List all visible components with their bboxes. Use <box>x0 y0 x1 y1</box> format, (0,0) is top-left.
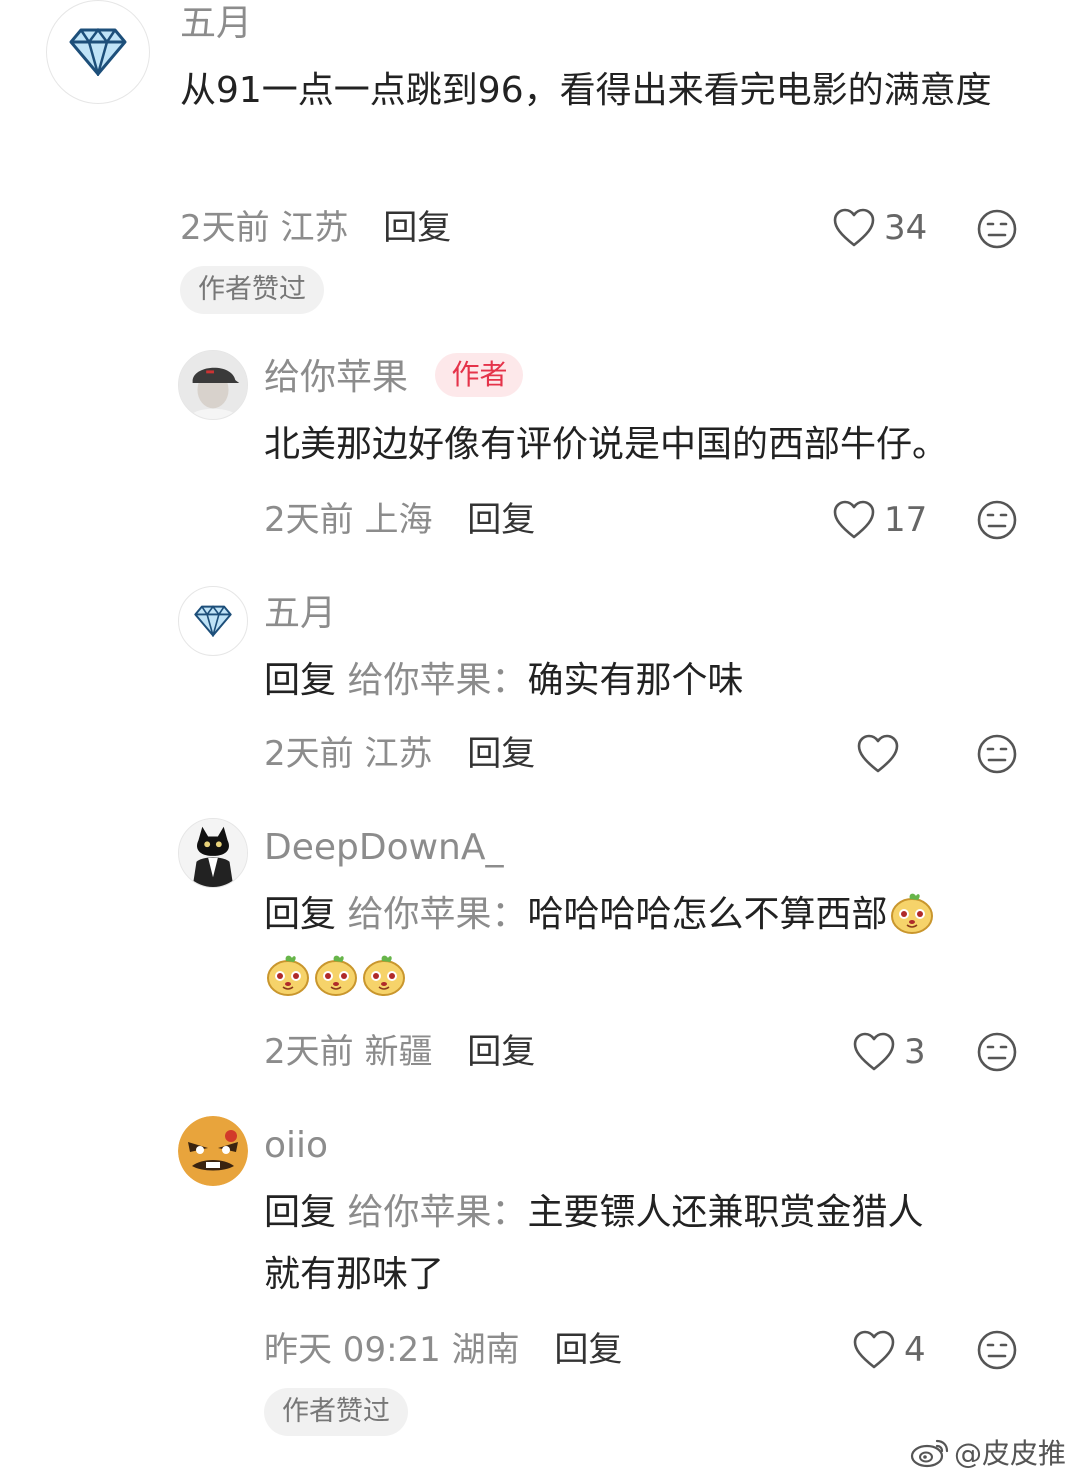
comment-text: 回复 给你苹果：主要镖人还兼职赏金猎人 就有那味了 <box>264 1182 1054 1306</box>
username[interactable]: 五月 <box>180 2 252 46</box>
reply-button[interactable]: 回复 <box>467 500 535 540</box>
neutral-face-icon[interactable] <box>976 1329 1018 1371</box>
comment-body: 主要镖人还兼职赏金猎人 <box>527 1192 924 1233</box>
comment-text: 北美那边好像有评价说是中国的西部牛仔。 <box>264 424 949 465</box>
reply-target[interactable]: 给你苹果： <box>347 1192 527 1233</box>
like-button[interactable]: 3 <box>852 1030 926 1074</box>
reply-target[interactable]: 给你苹果： <box>347 894 527 935</box>
comment-body: 哈哈哈哈怎么不算西部 <box>527 894 888 935</box>
like-button[interactable]: 4 <box>852 1328 926 1372</box>
comment-body: 确实有那个味 <box>527 660 744 701</box>
username[interactable]: DeepDownA_ <box>264 826 504 870</box>
cat-suit-avatar-icon <box>179 819 247 887</box>
heart-outline-icon <box>833 208 875 247</box>
potato-emoji-icon <box>890 893 933 934</box>
avatar[interactable] <box>178 350 248 420</box>
reply-button[interactable]: 回复 <box>467 734 535 774</box>
timestamp: 2天前 <box>264 734 354 774</box>
avatar[interactable] <box>46 0 150 104</box>
comment-meta: 2天前 江苏 回复 <box>180 206 451 250</box>
username[interactable]: oiio <box>264 1124 328 1168</box>
location: 江苏 <box>280 208 349 248</box>
person-cap-avatar-icon <box>179 351 247 419</box>
neutral-face-icon[interactable] <box>976 499 1018 541</box>
like-count: 17 <box>884 500 928 540</box>
diamond-icon <box>69 28 127 76</box>
diamond-icon <box>194 605 232 637</box>
like-button[interactable]: 17 <box>832 498 927 542</box>
potato-emoji-icon <box>315 955 357 996</box>
avatar[interactable] <box>178 1116 248 1186</box>
location: 新疆 <box>364 1032 433 1072</box>
like-count: 4 <box>904 1330 926 1370</box>
comment-text: 回复 给你苹果：哈哈哈哈怎么不算西部 <box>264 884 1054 1008</box>
weibo-logo-icon <box>910 1439 949 1468</box>
comment-meta: 2天前 新疆 回复 <box>264 1030 535 1074</box>
username-text[interactable]: 给你苹果 <box>264 357 408 398</box>
heart-outline-icon <box>853 1330 895 1369</box>
like-count: 3 <box>904 1032 926 1072</box>
angry-face-avatar-icon <box>178 1116 248 1186</box>
like-count: 34 <box>884 208 928 248</box>
potato-emoji-icon <box>363 955 405 996</box>
timestamp: 2天前 <box>264 1032 354 1072</box>
comment-meta: 2天前 上海 回复 <box>264 498 535 542</box>
location: 江苏 <box>364 734 433 774</box>
like-button[interactable] <box>856 732 908 776</box>
heart-outline-icon <box>857 734 899 773</box>
timestamp: 昨天 09:21 <box>264 1330 441 1370</box>
username: 给你苹果 作者 <box>264 353 524 401</box>
reply-button[interactable]: 回复 <box>554 1330 622 1370</box>
timestamp: 2天前 <box>264 500 354 540</box>
reply-button[interactable]: 回复 <box>383 208 451 248</box>
avatar[interactable] <box>178 818 248 888</box>
reply-prefix: 回复 <box>264 894 337 935</box>
timestamp: 2天前 <box>180 208 270 248</box>
comment-body-continued: 就有那味了 <box>264 1254 445 1295</box>
reply-prefix: 回复 <box>264 1192 337 1233</box>
reply-target[interactable]: 给你苹果： <box>347 660 527 701</box>
author-liked-chip: 作者赞过 <box>264 1388 408 1436</box>
watermark: @皮皮推 <box>910 1432 1066 1472</box>
neutral-face-icon[interactable] <box>976 1031 1018 1073</box>
comment-meta: 2天前 江苏 回复 <box>264 732 535 776</box>
location: 湖南 <box>451 1330 520 1370</box>
author-badge: 作者 <box>435 353 524 397</box>
heart-outline-icon <box>833 500 875 539</box>
comment-text: 从91一点一点跳到96，看得出来看完电影的满意度 <box>180 70 992 111</box>
neutral-face-icon[interactable] <box>976 733 1018 775</box>
avatar[interactable] <box>178 586 248 656</box>
watermark-text: @皮皮推 <box>953 1437 1066 1470</box>
reply-button[interactable]: 回复 <box>467 1032 535 1072</box>
heart-outline-icon <box>853 1032 895 1071</box>
location: 上海 <box>364 500 433 540</box>
comment-meta: 昨天 09:21 湖南 回复 <box>264 1328 622 1372</box>
username[interactable]: 五月 <box>264 592 336 636</box>
like-button[interactable]: 34 <box>832 206 927 250</box>
potato-emoji-icon <box>267 955 309 996</box>
author-liked-chip: 作者赞过 <box>180 266 324 314</box>
reply-prefix: 回复 <box>264 660 337 701</box>
comment-text: 回复 给你苹果：确实有那个味 <box>264 650 1054 712</box>
neutral-face-icon[interactable] <box>976 208 1018 250</box>
